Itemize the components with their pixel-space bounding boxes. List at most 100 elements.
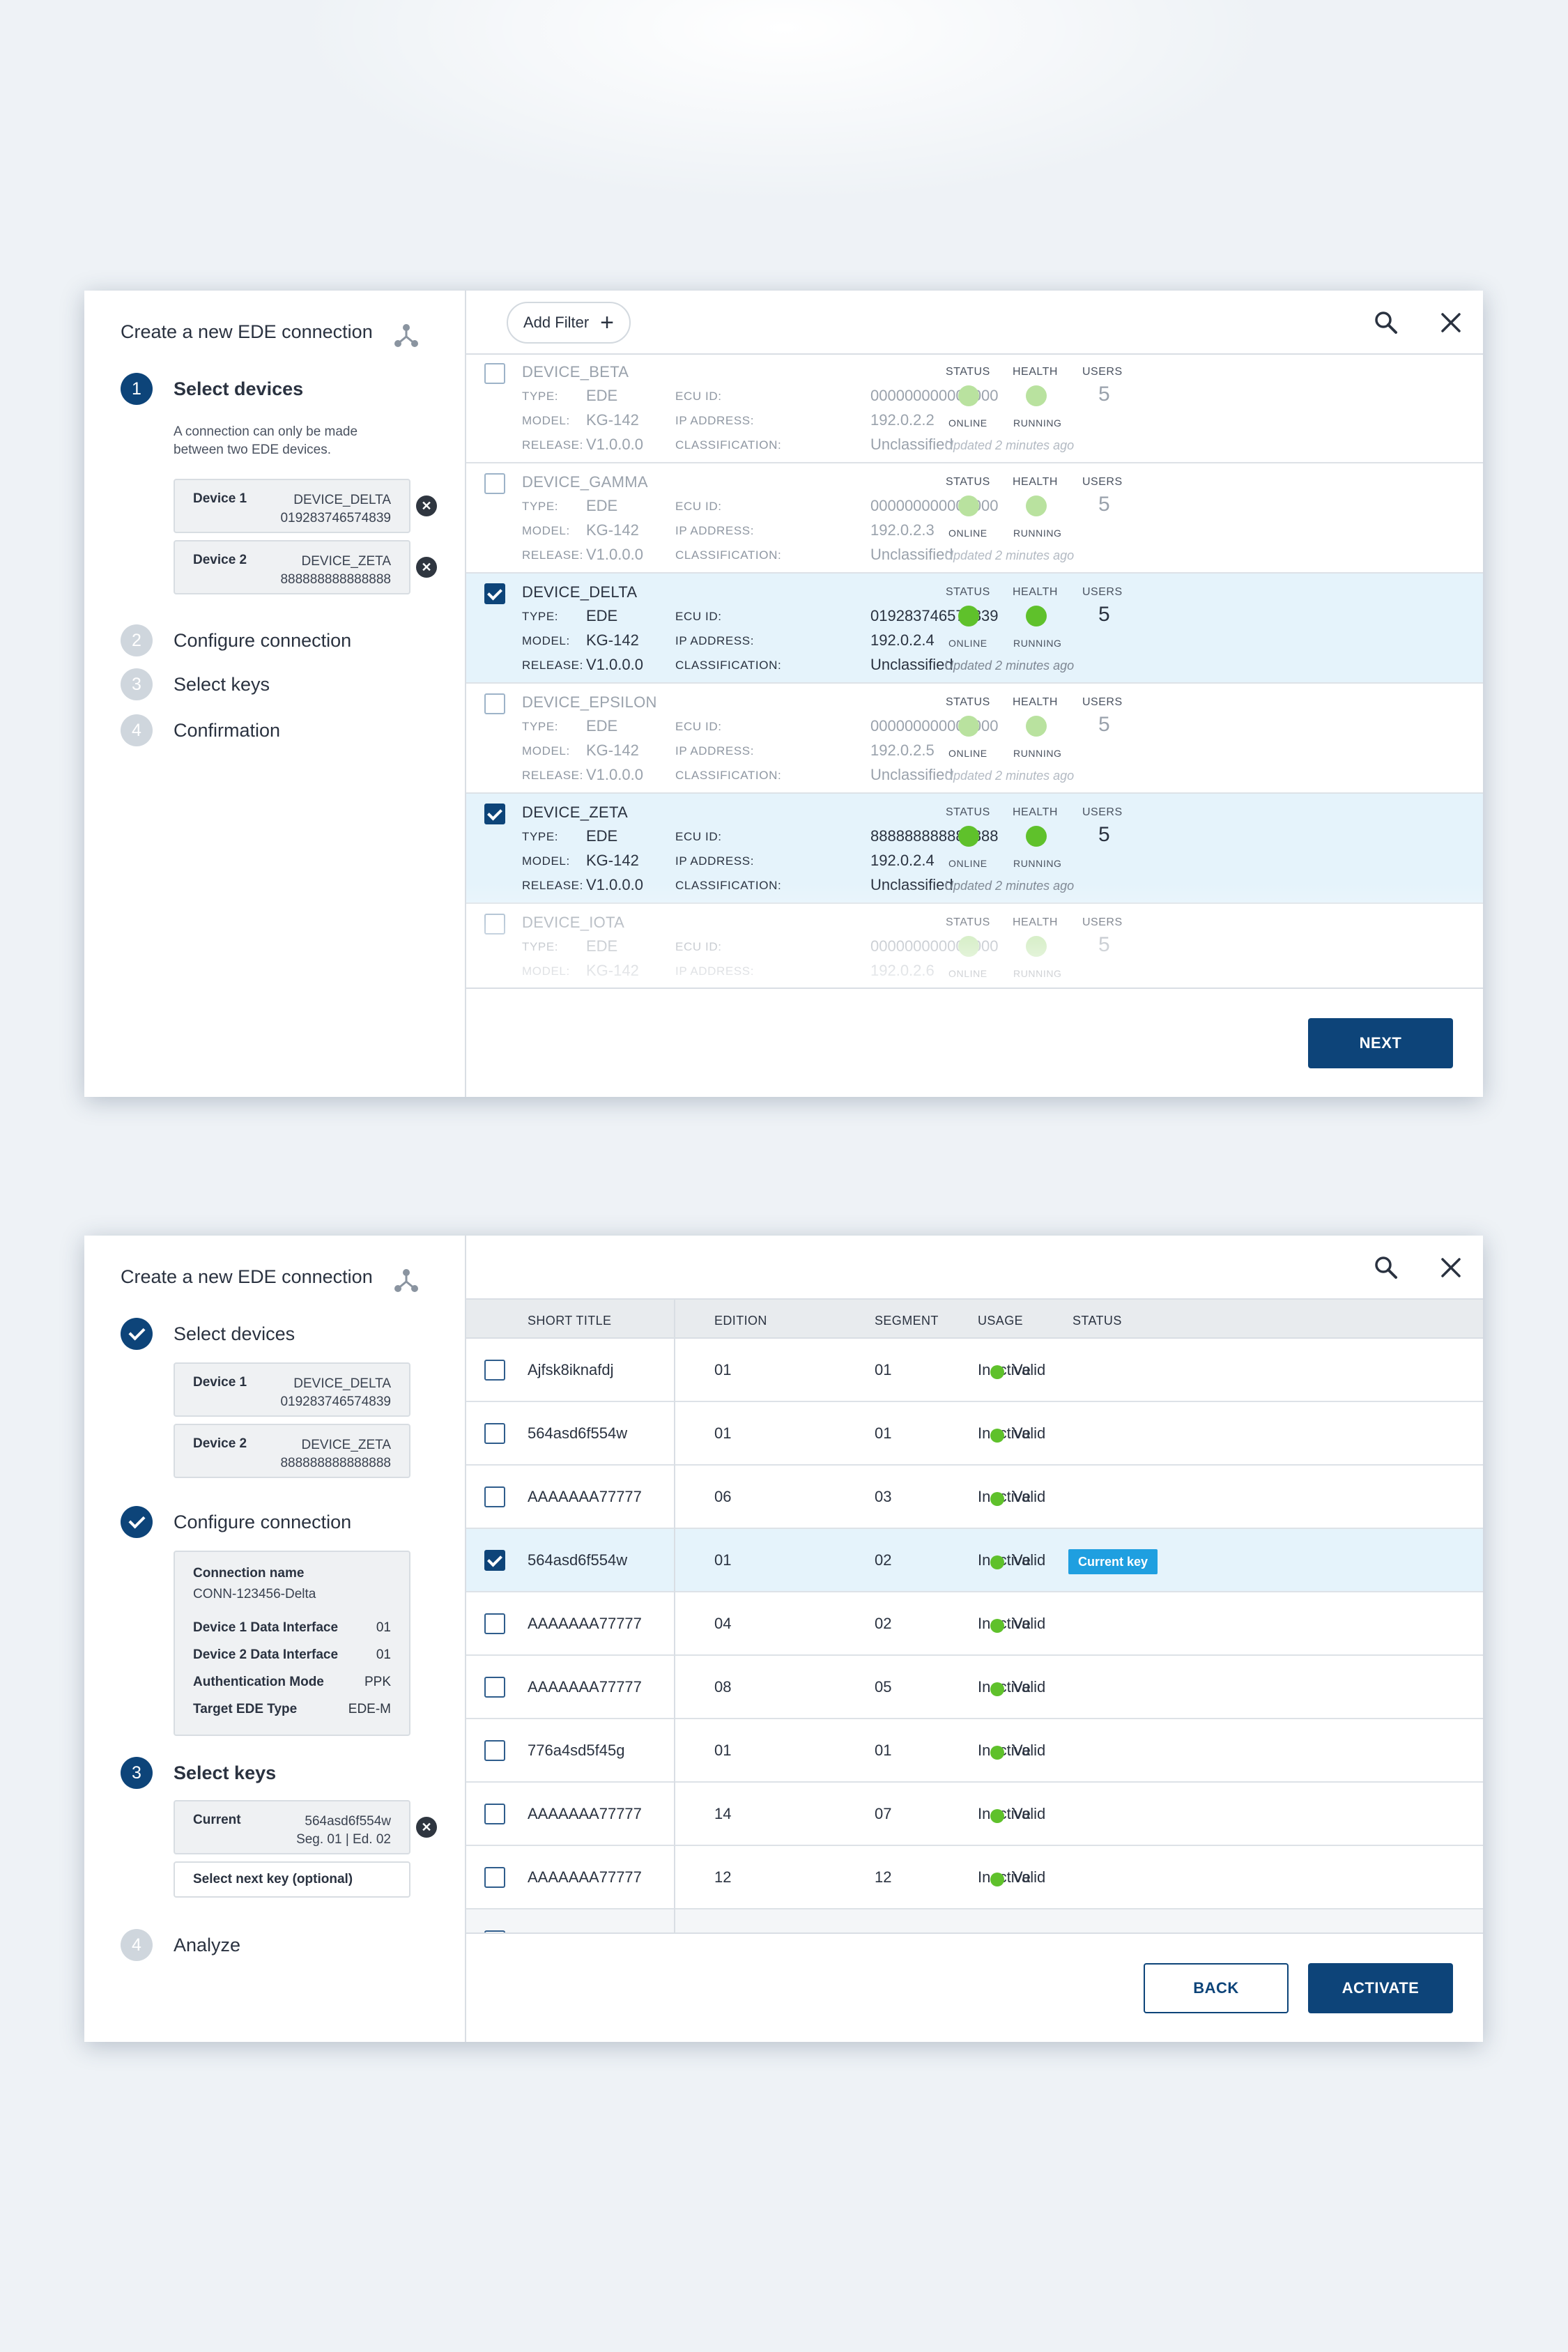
key-row[interactable]: 776a4sd5f45g 01 01 Inactive Valid (466, 1719, 1483, 1783)
ip-value: 192.0.2.5 (870, 741, 935, 759)
device-checkbox[interactable] (484, 363, 505, 384)
search-icon[interactable] (1374, 1255, 1399, 1280)
key-row[interactable]: 564asd6f554w 01 02 Inactive Valid Current key (466, 1529, 1483, 1592)
activate-button[interactable]: ACTIVATE (1308, 1963, 1453, 2013)
key-segment: 01 (875, 1424, 892, 1442)
network-hub-icon (394, 324, 418, 347)
device-name: DEVICE_BETA (522, 363, 629, 381)
key-checkbox[interactable] (484, 1613, 505, 1634)
model-label: MODEL: (522, 854, 570, 868)
key-segment: 05 (875, 1678, 892, 1696)
dialog-title: Create a new EDE connection (121, 1266, 373, 1287)
key-row[interactable]: AAAAAAA77777 12 12 Inactive Valid (466, 1846, 1483, 1909)
device-checkbox[interactable] (484, 693, 505, 714)
col-edition[interactable]: EDITION (714, 1314, 767, 1328)
key-row[interactable]: AAAAAAA77777 14 07 Inactive Valid (466, 1783, 1483, 1846)
next-button[interactable]: NEXT (1308, 1018, 1453, 1068)
key-row[interactable]: AAAAAAA77777 08 05 Inactive Valid (466, 1656, 1483, 1719)
current-key-label: Current (193, 1813, 241, 1827)
key-row[interactable]: AAAAAAA77777 04 02 Inactive Valid (466, 1592, 1483, 1656)
device-name: DEVICE_ZETA (301, 554, 391, 569)
model-value: KG-142 (586, 852, 639, 869)
add-filter-label: Add Filter (523, 314, 590, 331)
step-2-complete: Configure connection (121, 1506, 351, 1538)
config-value: EDE-M (348, 1702, 391, 1716)
current-key-value: 564asd6f554w Seg. 01 | Ed. 02 (296, 1813, 391, 1849)
key-checkbox[interactable] (484, 1867, 505, 1888)
remove-device-1-button[interactable]: ✕ (416, 495, 437, 516)
type-label: TYPE: (522, 390, 559, 403)
col-segment[interactable]: SEGMENT (875, 1314, 939, 1328)
online-label: ONLINE (948, 638, 987, 649)
key-checkbox[interactable] (484, 1740, 505, 1761)
key-checkbox[interactable] (484, 1423, 505, 1444)
health-header: HEALTH (1013, 806, 1058, 818)
device-id: 888888888888888 (280, 572, 391, 587)
selected-device-1: Device 1 DEVICE_DELTA 019283746574839 (174, 1362, 410, 1417)
key-segment: 01 (875, 1361, 892, 1378)
col-usage[interactable]: USAGE (978, 1314, 1023, 1328)
remove-current-key-button[interactable]: ✕ (416, 1817, 437, 1838)
release-label: RELEASE: (522, 438, 583, 452)
device-name: DEVICE_DELTA (293, 1376, 391, 1391)
status-header: STATUS (946, 806, 990, 818)
type-label: TYPE: (522, 500, 559, 513)
key-segment: 03 (875, 1488, 892, 1505)
ip-value: 192.0.2.4 (870, 852, 935, 869)
ecu-label: ECU ID: (675, 500, 722, 513)
release-value: V1.0.0.0 (586, 656, 643, 673)
type-value: EDE (586, 497, 618, 514)
ip-label: IP ADDRESS: (675, 744, 755, 758)
ecu-value: 000000000000000 (870, 717, 999, 735)
key-checkbox[interactable] (484, 1360, 505, 1381)
key-checkbox[interactable] (484, 1550, 505, 1571)
col-status[interactable]: STATUS (1073, 1314, 1122, 1328)
back-button[interactable]: BACK (1144, 1963, 1289, 2013)
running-label: RUNNING (1013, 748, 1062, 759)
users-count: 5 (1098, 383, 1110, 406)
close-icon[interactable] (1440, 312, 1461, 333)
add-filter-button[interactable]: Add Filter + (507, 302, 631, 344)
device-checkbox[interactable] (484, 583, 505, 604)
device-checkbox[interactable] (484, 473, 505, 494)
updated-text: Updated 2 minutes ago (944, 548, 1075, 562)
device-row[interactable]: DEVICE_BETA TYPE: EDE MODEL: KG-142 RELEASE: V… (466, 355, 1483, 463)
next-key-select[interactable]: Select next key (optional) (174, 1861, 410, 1898)
users-count: 5 (1098, 493, 1110, 516)
key-title: AAAAAAA77777 (528, 1615, 642, 1632)
key-checkbox[interactable] (484, 1486, 505, 1507)
device-list-area: Add Filter + DEVICE_BETA TYPE: EDE MODEL: KG-… (466, 291, 1483, 1097)
current-key-seg: Seg. 01 | Ed. 02 (296, 1832, 391, 1847)
step-2: 2 Configure connection (121, 624, 351, 656)
updated-text: Updated 2 minutes ago (944, 438, 1075, 452)
key-row[interactable]: 564asd6f554w 01 01 Inactive Valid (466, 1402, 1483, 1466)
key-title: 564asd6f554w (528, 1424, 628, 1442)
running-label: RUNNING (1013, 638, 1062, 649)
key-segment: 07 (875, 1805, 892, 1822)
model-label: MODEL: (522, 524, 570, 537)
close-icon[interactable] (1440, 1257, 1461, 1278)
checkmark-icon (121, 1318, 153, 1350)
remove-device-2-button[interactable]: ✕ (416, 557, 437, 578)
key-row[interactable]: AAAAAAA77777 06 03 Inactive Valid (466, 1466, 1483, 1529)
key-title: 776a4sd5f45g (528, 1742, 625, 1759)
key-row[interactable]: Ajfsk8iknafdj 01 01 Inactive Valid (466, 1339, 1483, 1402)
config-row: Device 1 Data Interface 01 (193, 1620, 391, 1636)
online-label: ONLINE (948, 748, 987, 759)
online-label: ONLINE (948, 858, 987, 869)
ip-label: IP ADDRESS: (675, 414, 755, 427)
connection-name-label: Connection name (193, 1566, 305, 1581)
key-checkbox[interactable] (484, 1677, 505, 1698)
classification-value: Unclassified (870, 656, 953, 673)
search-icon[interactable] (1374, 310, 1399, 335)
col-short-title[interactable]: SHORT TITLE (528, 1314, 611, 1328)
device-row[interactable]: DEVICE_DELTA TYPE: EDE MODEL: KG-142 RELEASE:… (466, 574, 1483, 684)
step-number: 3 (121, 1757, 153, 1789)
step-1-complete: Select devices (121, 1318, 295, 1350)
device-row[interactable]: DEVICE_EPSILON TYPE: EDE MODEL: KG-142 RELEAS… (466, 684, 1483, 794)
device-row[interactable]: DEVICE_GAMMA TYPE: EDE MODEL: KG-142 RELEASE:… (466, 463, 1483, 574)
device-id: 888888888888888 (280, 1456, 391, 1470)
key-checkbox[interactable] (484, 1804, 505, 1824)
device-checkbox[interactable] (484, 804, 505, 824)
running-label: RUNNING (1013, 528, 1062, 539)
